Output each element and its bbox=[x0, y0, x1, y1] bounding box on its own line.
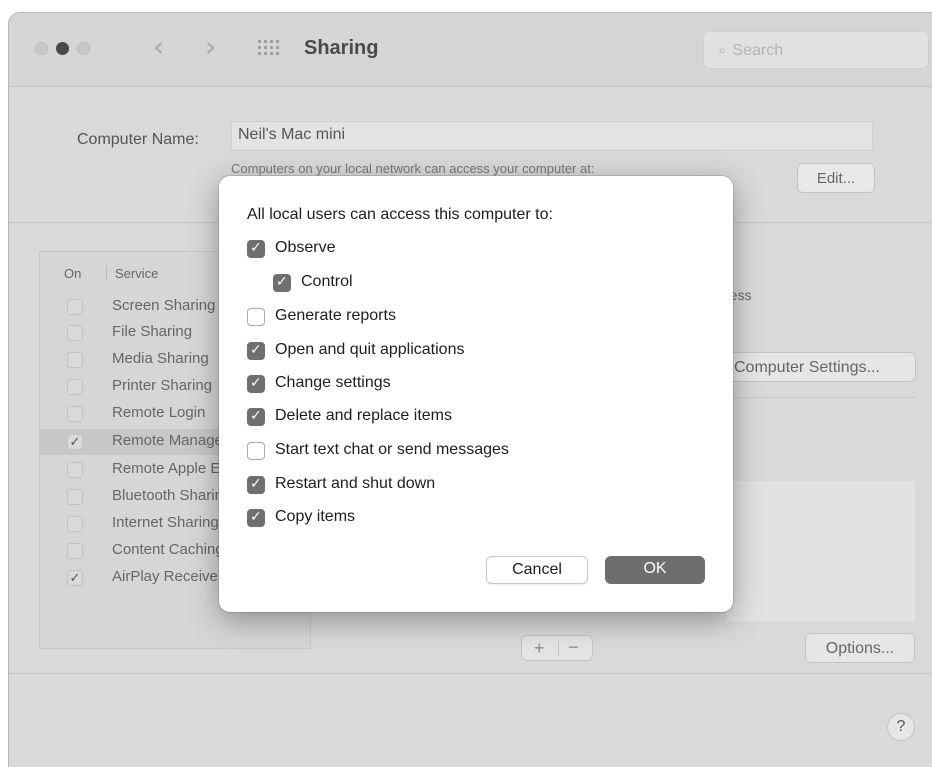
service-label: Bluetooth Sharing bbox=[112, 487, 232, 504]
access-option[interactable]: Open and quit applications bbox=[247, 340, 667, 362]
service-label: Printer Sharing bbox=[112, 377, 213, 394]
unchecked-checkbox[interactable] bbox=[247, 442, 265, 460]
unchecked-checkbox[interactable] bbox=[247, 308, 265, 326]
option-label: Generate reports bbox=[275, 307, 396, 324]
computer-name-subtitle: Computers on your local network can acce… bbox=[231, 161, 595, 176]
divider bbox=[9, 673, 932, 674]
window-title: Sharing bbox=[304, 37, 379, 59]
checked-checkbox[interactable] bbox=[273, 274, 291, 292]
divider bbox=[558, 640, 559, 656]
option-label: Control bbox=[301, 273, 353, 290]
option-label: Delete and replace items bbox=[275, 407, 452, 424]
search-placeholder: Search bbox=[732, 42, 784, 59]
add-remove-control: + − bbox=[521, 635, 593, 661]
search-icon: ⌕ bbox=[718, 41, 727, 59]
service-label: Remote Login bbox=[112, 404, 206, 421]
column-header-on: On bbox=[64, 266, 82, 281]
close-window-button[interactable] bbox=[35, 42, 48, 55]
access-option[interactable]: Restart and shut down bbox=[247, 474, 667, 496]
access-option[interactable]: Generate reports bbox=[247, 306, 667, 328]
cancel-button[interactable]: Cancel bbox=[486, 556, 588, 584]
checked-checkbox[interactable] bbox=[247, 509, 265, 527]
service-label: Content Caching bbox=[112, 541, 224, 558]
access-options-dialog: All local users can access this computer… bbox=[219, 176, 733, 612]
checked-checkbox[interactable] bbox=[247, 342, 265, 360]
service-checkbox[interactable]: ✓ bbox=[67, 434, 83, 450]
dialog-title: All local users can access this computer… bbox=[247, 206, 553, 223]
option-label: Copy items bbox=[275, 508, 356, 525]
option-label: Open and quit applications bbox=[275, 341, 465, 358]
service-checkbox[interactable] bbox=[67, 462, 83, 478]
access-option[interactable]: Start text chat or send messages bbox=[247, 440, 667, 462]
grid-icon[interactable] bbox=[258, 40, 282, 56]
access-option[interactable]: Delete and replace items bbox=[247, 406, 667, 428]
access-option[interactable]: Observe bbox=[247, 238, 667, 260]
checked-checkbox[interactable] bbox=[247, 476, 265, 494]
zoom-window-button[interactable] bbox=[77, 42, 90, 55]
options-button[interactable]: Options... bbox=[805, 633, 915, 663]
computer-settings-button[interactable]: Computer Settings... bbox=[719, 352, 916, 382]
service-label: File Sharing bbox=[112, 323, 193, 340]
title-bar: ‹ › Sharing ⌕ Search bbox=[9, 13, 932, 87]
checked-checkbox[interactable] bbox=[247, 240, 265, 258]
service-checkbox[interactable] bbox=[67, 543, 83, 559]
computer-name-field[interactable]: Neil's Mac mini bbox=[231, 121, 873, 151]
service-checkbox[interactable] bbox=[67, 379, 83, 395]
access-option[interactable]: Copy items bbox=[247, 507, 667, 529]
search-field[interactable]: ⌕ Search bbox=[703, 31, 929, 69]
ok-button[interactable]: OK bbox=[605, 556, 705, 584]
service-checkbox[interactable] bbox=[67, 299, 83, 315]
service-checkbox[interactable] bbox=[67, 516, 83, 532]
divider bbox=[729, 397, 916, 398]
allowed-users-list[interactable] bbox=[725, 481, 915, 621]
computer-name-label: Computer Name: bbox=[77, 131, 199, 148]
access-option[interactable]: Control bbox=[273, 272, 693, 294]
service-label: Screen Sharing bbox=[112, 297, 216, 314]
service-checkbox[interactable] bbox=[67, 489, 83, 505]
column-header-service: Service bbox=[106, 266, 158, 281]
edit-button[interactable]: Edit... bbox=[797, 163, 875, 193]
access-option[interactable]: Change settings bbox=[247, 373, 667, 395]
option-label: Change settings bbox=[275, 374, 391, 391]
checked-checkbox[interactable] bbox=[247, 375, 265, 393]
service-label: Internet Sharing bbox=[112, 514, 219, 531]
add-button[interactable]: + bbox=[534, 637, 545, 659]
option-label: Start text chat or send messages bbox=[275, 441, 509, 458]
checked-checkbox[interactable] bbox=[247, 408, 265, 426]
minimize-window-button[interactable] bbox=[56, 42, 69, 55]
service-checkbox[interactable] bbox=[67, 325, 83, 341]
option-label: Observe bbox=[275, 239, 336, 256]
help-button[interactable]: ? bbox=[887, 713, 915, 741]
service-label: AirPlay Receiver bbox=[112, 568, 223, 585]
chevron-left-icon[interactable]: ‹ bbox=[153, 33, 164, 61]
option-label: Restart and shut down bbox=[275, 475, 436, 492]
service-label: Media Sharing bbox=[112, 350, 209, 367]
chevron-right-icon[interactable]: › bbox=[205, 33, 216, 61]
service-checkbox[interactable] bbox=[67, 352, 83, 368]
service-checkbox[interactable]: ✓ bbox=[67, 570, 83, 586]
service-checkbox[interactable] bbox=[67, 406, 83, 422]
remove-button[interactable]: − bbox=[568, 636, 579, 658]
